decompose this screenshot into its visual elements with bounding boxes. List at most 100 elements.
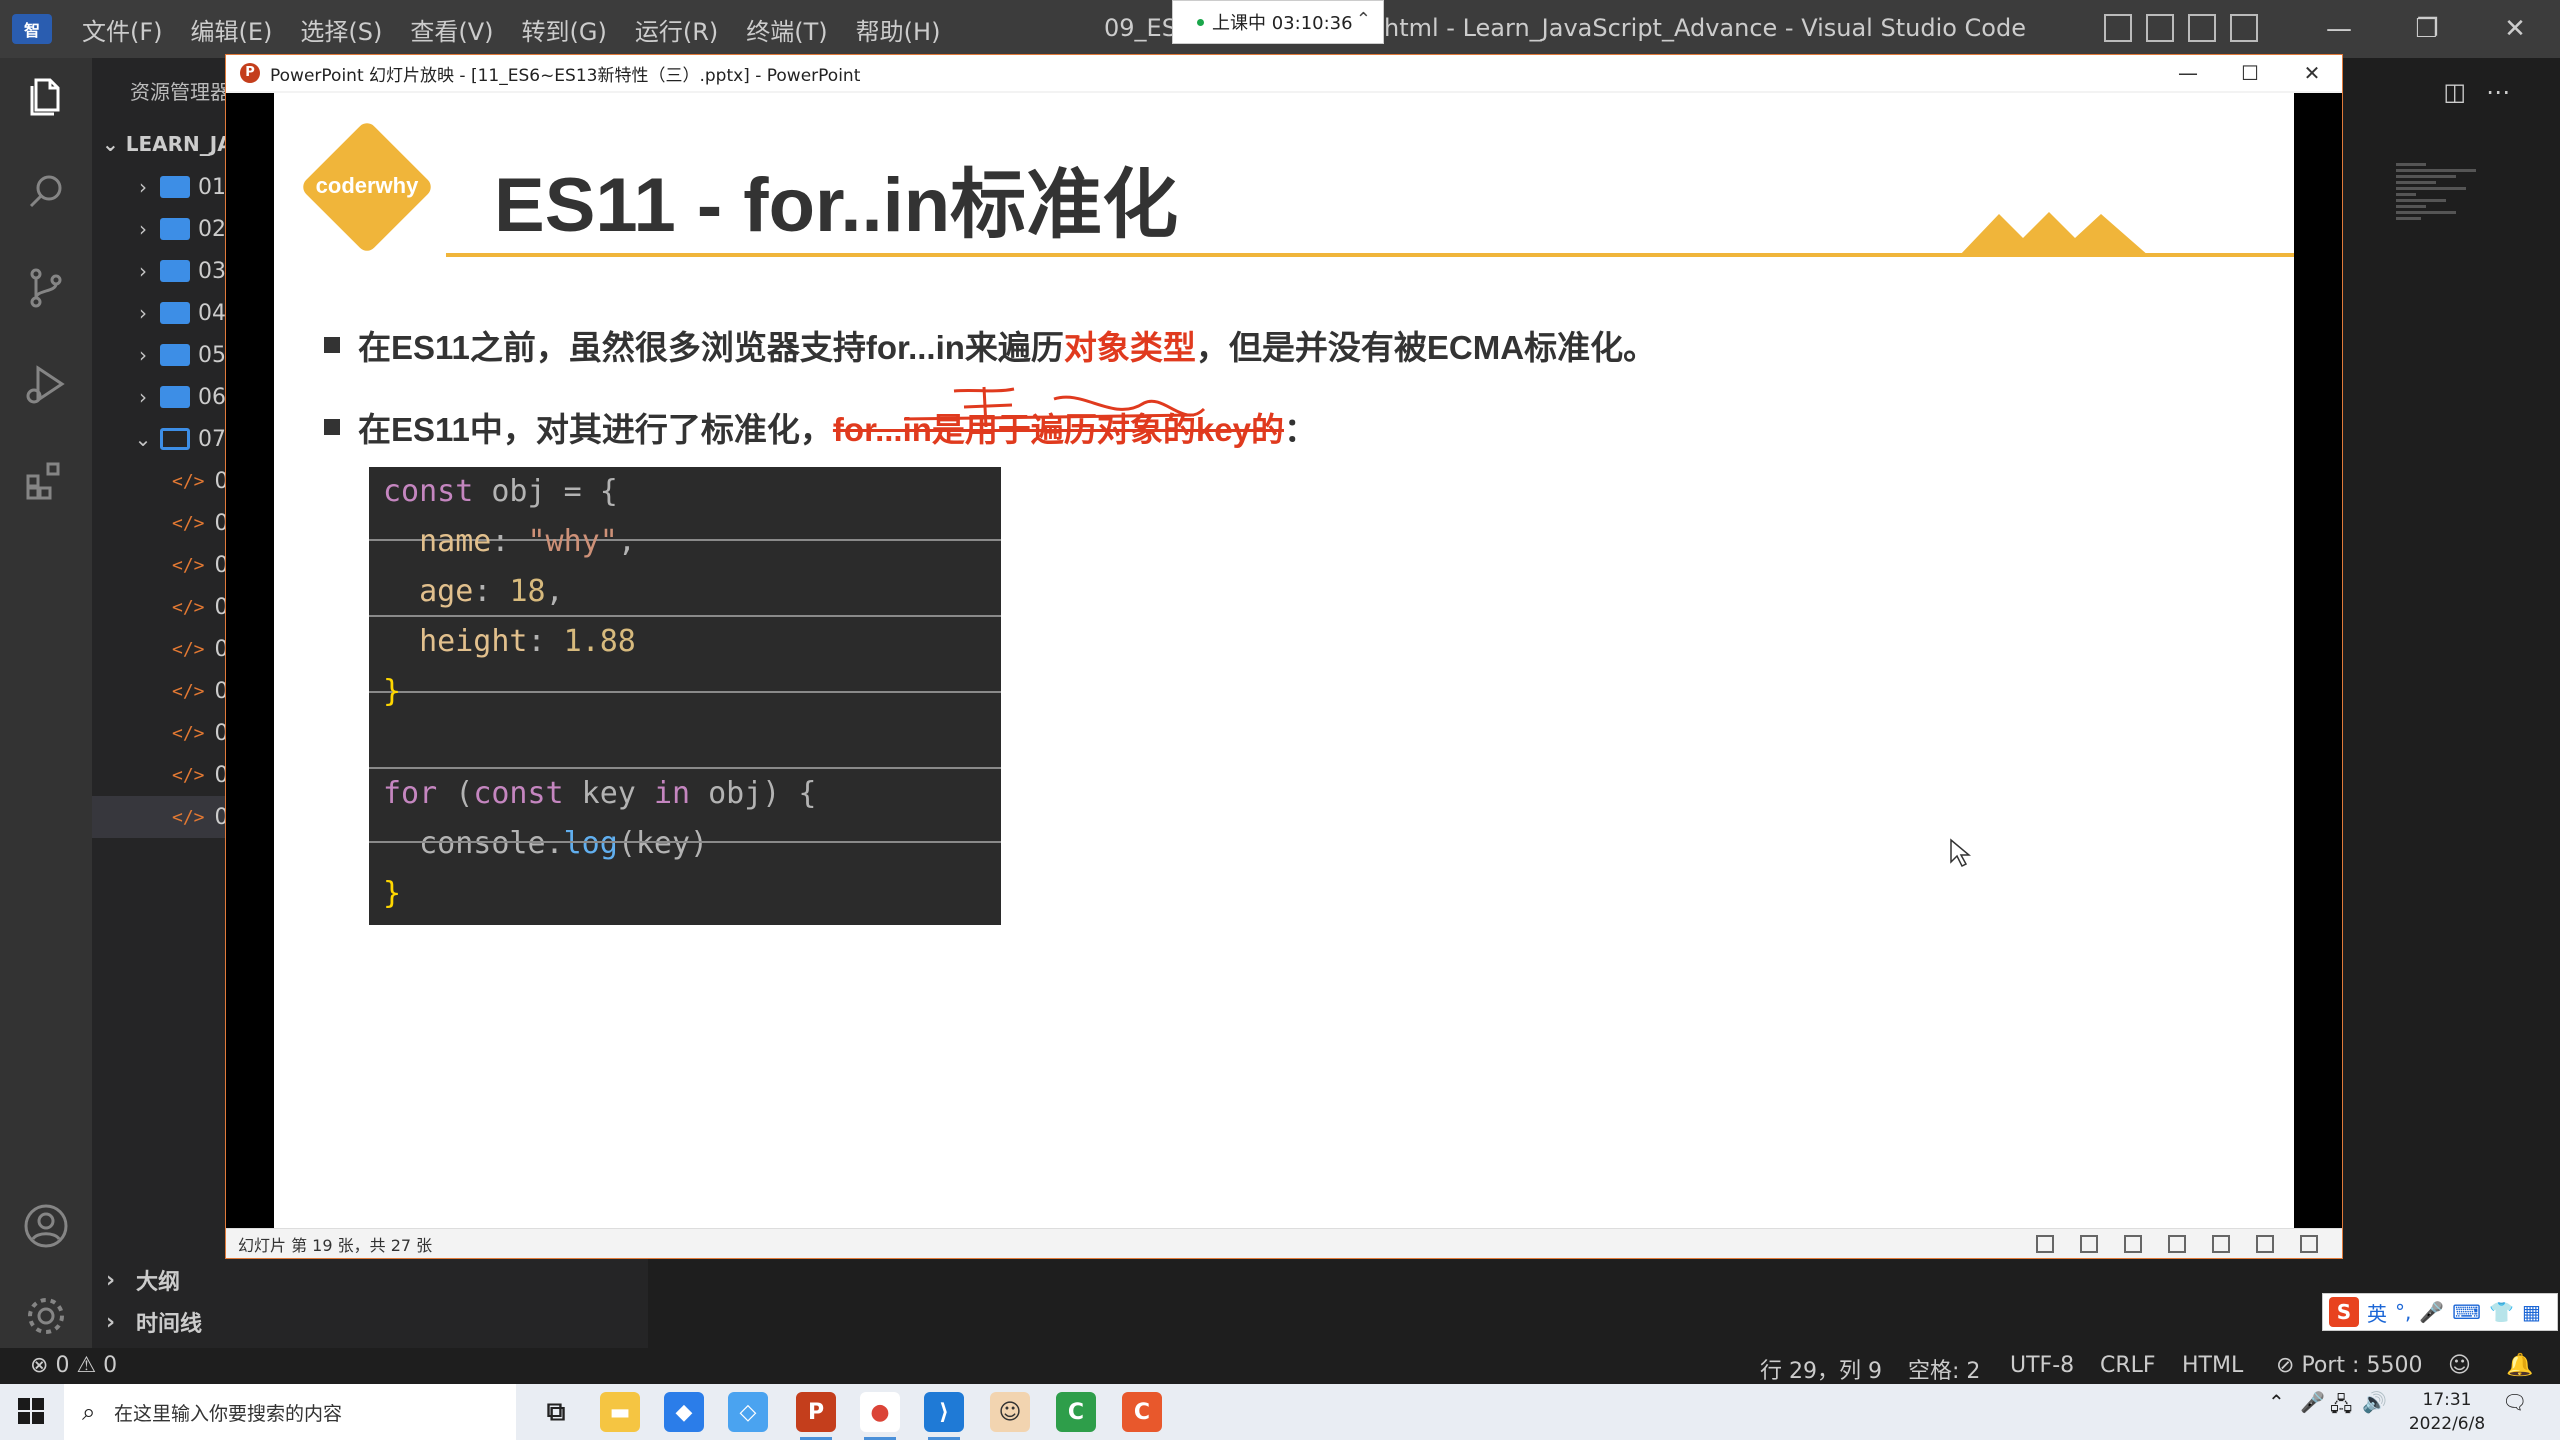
slideshow-stage[interactable]: coderwhy ES11 - for..in标准化 在ES11之前，虽然很多浏… <box>226 93 2342 1229</box>
timeline-section[interactable]: › 时间线 <box>92 1302 648 1342</box>
network-icon[interactable]: 🖧 <box>2330 1390 2352 1424</box>
folder-label: 03 <box>198 258 226 284</box>
file-item[interactable]: </> 0 <box>92 754 232 796</box>
file-explorer-icon[interactable]: ▬ <box>600 1392 640 1432</box>
menu-go[interactable]: 转到(G) <box>522 12 607 47</box>
tray-mic-icon[interactable]: 🎤 <box>2300 1390 2325 1414</box>
tray-expand-icon[interactable]: ⌃ <box>2268 1390 2285 1414</box>
customize-layout-icon[interactable] <box>2230 14 2258 42</box>
chrome-icon[interactable]: ● <box>860 1392 900 1440</box>
taskbar-search-box[interactable]: ⌕ 在这里输入你要搜索的内容 <box>64 1384 516 1440</box>
restore-button[interactable]: ❐ <box>2384 0 2470 58</box>
folder-item[interactable]: › 05 <box>92 334 232 376</box>
folder-item[interactable]: › 01 <box>92 166 232 208</box>
html-file-icon: </> <box>172 638 205 660</box>
line-ending[interactable]: CRLF <box>2100 1353 2156 1378</box>
source-control-icon[interactable] <box>22 264 70 312</box>
folder-item[interactable]: › 04 <box>92 292 232 334</box>
feedback-icon[interactable]: ☺ <box>2448 1353 2471 1378</box>
ppt-minimize-button[interactable]: — <box>2158 55 2218 91</box>
folder-item-open[interactable]: ⌄ 07 <box>92 418 232 460</box>
menu-selection[interactable]: 选择(S) <box>300 12 382 47</box>
task-view-icon[interactable]: ⧉ <box>536 1392 576 1432</box>
action-center-icon[interactable]: 🗨 <box>2502 1390 2527 1414</box>
folder-item[interactable]: › 03 <box>92 250 232 292</box>
language-mode[interactable]: HTML <box>2182 1353 2243 1378</box>
punctuation-icon[interactable]: °, <box>2395 1300 2411 1324</box>
notifications-bell-icon[interactable]: 🔔 <box>2506 1353 2533 1378</box>
powerpoint-statusbar: 幻灯片 第 19 张，共 27 张 <box>226 1228 2342 1258</box>
file-item[interactable]: </> 0 <box>92 628 232 670</box>
warning-count: 0 <box>103 1353 118 1378</box>
menu-terminal[interactable]: 终端(T) <box>746 12 827 47</box>
ppt-close-button[interactable]: ✕ <box>2282 55 2342 91</box>
file-item[interactable]: </> 0 <box>92 544 232 586</box>
account-icon[interactable] <box>22 1202 70 1250</box>
volume-icon[interactable]: 🔊 <box>2362 1390 2387 1414</box>
menu-run[interactable]: 运行(R) <box>635 12 718 47</box>
toggle-panel-icon[interactable] <box>2146 14 2174 42</box>
bullet-2-tail: ： <box>1283 411 1317 448</box>
slideshow-controls <box>2036 1235 2318 1253</box>
folder-item[interactable]: › 06 <box>92 376 232 418</box>
live-server-port[interactable]: ⊘ Port : 5500 <box>2276 1353 2422 1378</box>
file-item[interactable]: </> 0 <box>92 670 232 712</box>
slide-sorter-icon[interactable] <box>2212 1235 2230 1253</box>
menu-edit[interactable]: 编辑(E) <box>191 12 273 47</box>
cursor-position[interactable]: 行 29，列 9 <box>1760 1353 1882 1385</box>
powerpoint-taskbar-icon[interactable]: P <box>796 1392 836 1440</box>
microphone-icon[interactable]: 🎤 <box>2419 1300 2444 1324</box>
keyboard-icon[interactable]: ⌨ <box>2452 1300 2481 1324</box>
encoding[interactable]: UTF-8 <box>2010 1353 2074 1378</box>
menu-file[interactable]: 文件(F) <box>82 12 163 47</box>
workspace-root[interactable]: ⌄ LEARN_JA <box>102 132 232 156</box>
indentation[interactable]: 空格: 2 <box>1908 1353 1980 1385</box>
app-icon-orange[interactable]: C <box>1122 1392 1162 1432</box>
file-item[interactable]: </> 0 <box>92 712 232 754</box>
explorer-icon[interactable] <box>22 72 70 120</box>
ime-language[interactable]: 英 <box>2367 1298 2387 1327</box>
gear-icon[interactable] <box>22 1292 70 1340</box>
minimap[interactable] <box>2396 160 2506 280</box>
outline-section[interactable]: › 大纲 <box>92 1260 648 1300</box>
folder-item[interactable]: › 02 <box>92 208 232 250</box>
file-item[interactable]: </> 0 <box>92 502 232 544</box>
windows-start-icon[interactable] <box>18 1398 46 1426</box>
extensions-icon[interactable] <box>22 456 70 504</box>
ime-toolbar[interactable]: S 英 °, 🎤 ⌨ 👕 ▦ <box>2322 1293 2558 1331</box>
toolbox-icon[interactable]: ▦ <box>2522 1300 2541 1324</box>
vscode-taskbar-icon[interactable]: ⟩ <box>924 1392 964 1440</box>
split-editor-icon[interactable]: ◫ <box>2443 78 2486 106</box>
problems-indicator[interactable]: ⊗ 0 ⚠ 0 <box>30 1353 117 1378</box>
menu-help[interactable]: 帮助(H) <box>856 12 941 47</box>
file-item[interactable]: </> 0 <box>92 460 232 502</box>
toggle-secondary-sidebar-icon[interactable] <box>2188 14 2216 42</box>
previous-slide-icon[interactable] <box>2036 1235 2054 1253</box>
file-item[interactable]: </> 0 <box>92 586 232 628</box>
slide[interactable]: coderwhy ES11 - for..in标准化 在ES11之前，虽然很多浏… <box>274 93 2294 1229</box>
app-icon-green[interactable]: C <box>1056 1392 1096 1432</box>
next-slide-icon[interactable] <box>2124 1235 2142 1253</box>
slide-menu-icon[interactable] <box>2080 1235 2098 1253</box>
slideshow-view-icon[interactable] <box>2300 1235 2318 1253</box>
menu-view[interactable]: 查看(V) <box>410 12 493 47</box>
search-icon[interactable] <box>22 168 70 216</box>
skin-icon[interactable]: 👕 <box>2489 1300 2514 1324</box>
app-icon-feishu[interactable]: ◇ <box>728 1392 768 1432</box>
file-item-selected[interactable]: </> 0 <box>92 796 232 838</box>
more-actions-icon[interactable]: ⋯ <box>2486 78 2530 106</box>
taskbar-clock[interactable]: 17:31 2022/6/8 <box>2402 1388 2492 1436</box>
run-debug-icon[interactable] <box>22 360 70 408</box>
mouse-cursor-icon <box>1950 838 1971 868</box>
app-icon-blue[interactable]: ◆ <box>664 1392 704 1432</box>
avatar-app-icon[interactable]: ☺ <box>990 1392 1030 1432</box>
recording-indicator[interactable]: 上课中 03:10:36 ⌃ <box>1172 0 1384 44</box>
normal-view-icon[interactable] <box>2168 1235 2186 1253</box>
ppt-maximize-button[interactable]: ☐ <box>2220 55 2280 91</box>
sogou-logo-icon: S <box>2329 1297 2359 1327</box>
minimize-button[interactable]: — <box>2296 0 2382 58</box>
reading-view-icon[interactable] <box>2256 1235 2274 1253</box>
chevron-up-icon[interactable]: ⌃ <box>1356 9 1371 30</box>
toggle-sidebar-icon[interactable] <box>2104 14 2132 42</box>
close-button[interactable]: ✕ <box>2472 0 2558 58</box>
